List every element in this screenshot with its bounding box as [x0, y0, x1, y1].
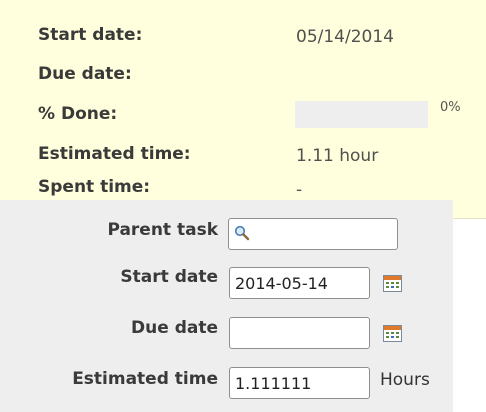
estimated-time-label: Estimated time: [38, 144, 191, 164]
parent-task-label: Parent task [107, 220, 218, 240]
hours-unit-label: Hours [380, 370, 430, 390]
parent-task-input[interactable] [228, 218, 398, 250]
start-date-form-label: Start date [120, 267, 218, 287]
calendar-icon[interactable] [383, 275, 402, 292]
estimated-time-value: 1.11 hour [296, 146, 379, 166]
due-date-form-label: Due date [131, 318, 218, 338]
calendar-icon[interactable] [383, 325, 402, 342]
start-date-input[interactable] [229, 267, 370, 299]
percent-done-label: % Done: [38, 104, 118, 124]
progress-bar [295, 101, 428, 128]
due-date-label: Due date: [38, 64, 132, 84]
spent-time-value: - [296, 180, 303, 200]
magnifier-icon [234, 225, 250, 241]
due-date-input[interactable] [229, 317, 370, 349]
estimated-time-form-label: Estimated time [72, 369, 218, 389]
percent-done-value: 0% [440, 100, 461, 115]
start-date-value: 05/14/2014 [296, 27, 394, 47]
spent-time-label: Spent time: [38, 177, 151, 197]
issue-attributes-panel: Start date: 05/14/2014 Due date: % Done:… [0, 0, 486, 219]
start-date-label: Start date: [38, 25, 143, 45]
estimated-time-input[interactable] [229, 367, 370, 399]
